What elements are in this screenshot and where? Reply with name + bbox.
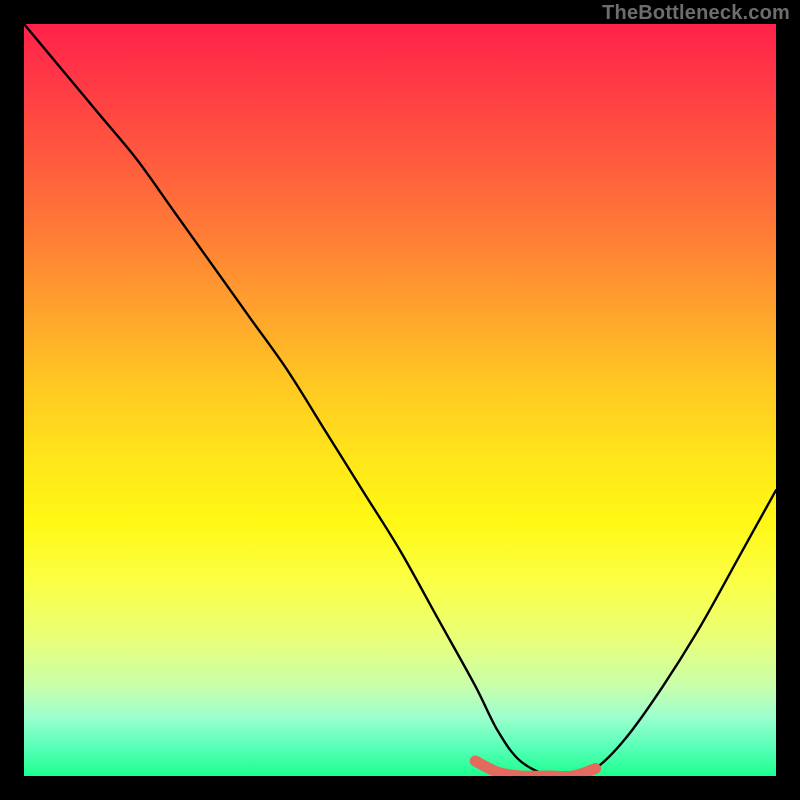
optimal-zone-marker-line (475, 761, 595, 776)
watermark-text: TheBottleneck.com (602, 2, 790, 25)
bottleneck-chart: TheBottleneck.com (0, 0, 800, 800)
plot-area (24, 24, 776, 776)
bottleneck-curve-line (24, 24, 776, 776)
chart-svg (24, 24, 776, 776)
